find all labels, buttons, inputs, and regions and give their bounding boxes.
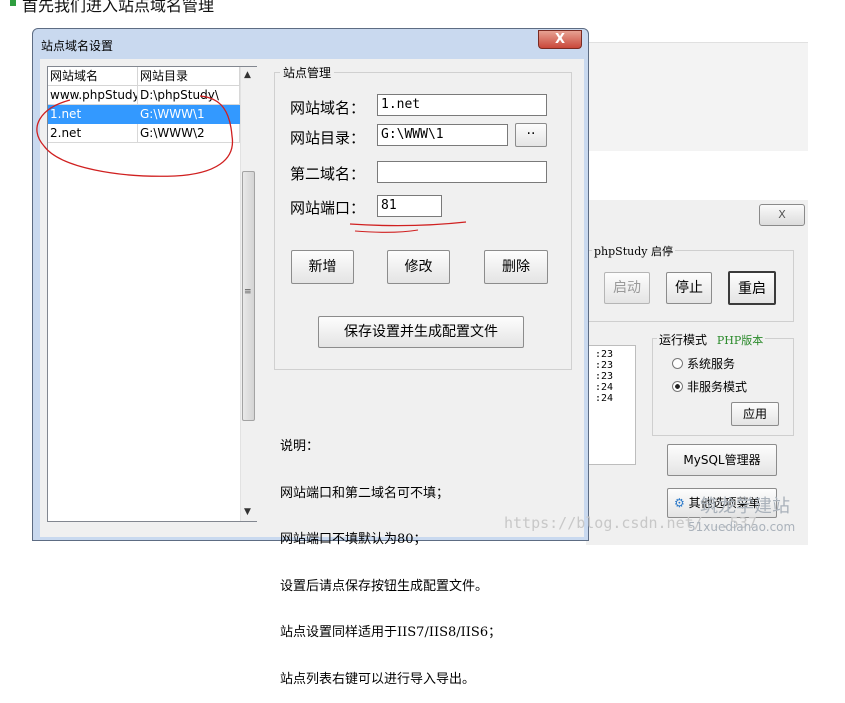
- port-underline-annotation: [354, 229, 419, 233]
- note-line: 站点设置同样适用于IIS7/IIS8/IIS6；: [280, 625, 502, 640]
- note-line: 站点列表右键可以进行导入导出。: [280, 671, 476, 687]
- red-annotations: [36, 95, 467, 233]
- note-line: 设置后请点保存按钮生成配置文件。: [280, 578, 489, 594]
- brand-watermark-sub: 51xuedianao.com: [688, 520, 796, 534]
- port-underline-annotation: [349, 221, 467, 227]
- brand-watermark: 筑龙学建站: [700, 496, 790, 517]
- circle-annotation: [36, 95, 234, 177]
